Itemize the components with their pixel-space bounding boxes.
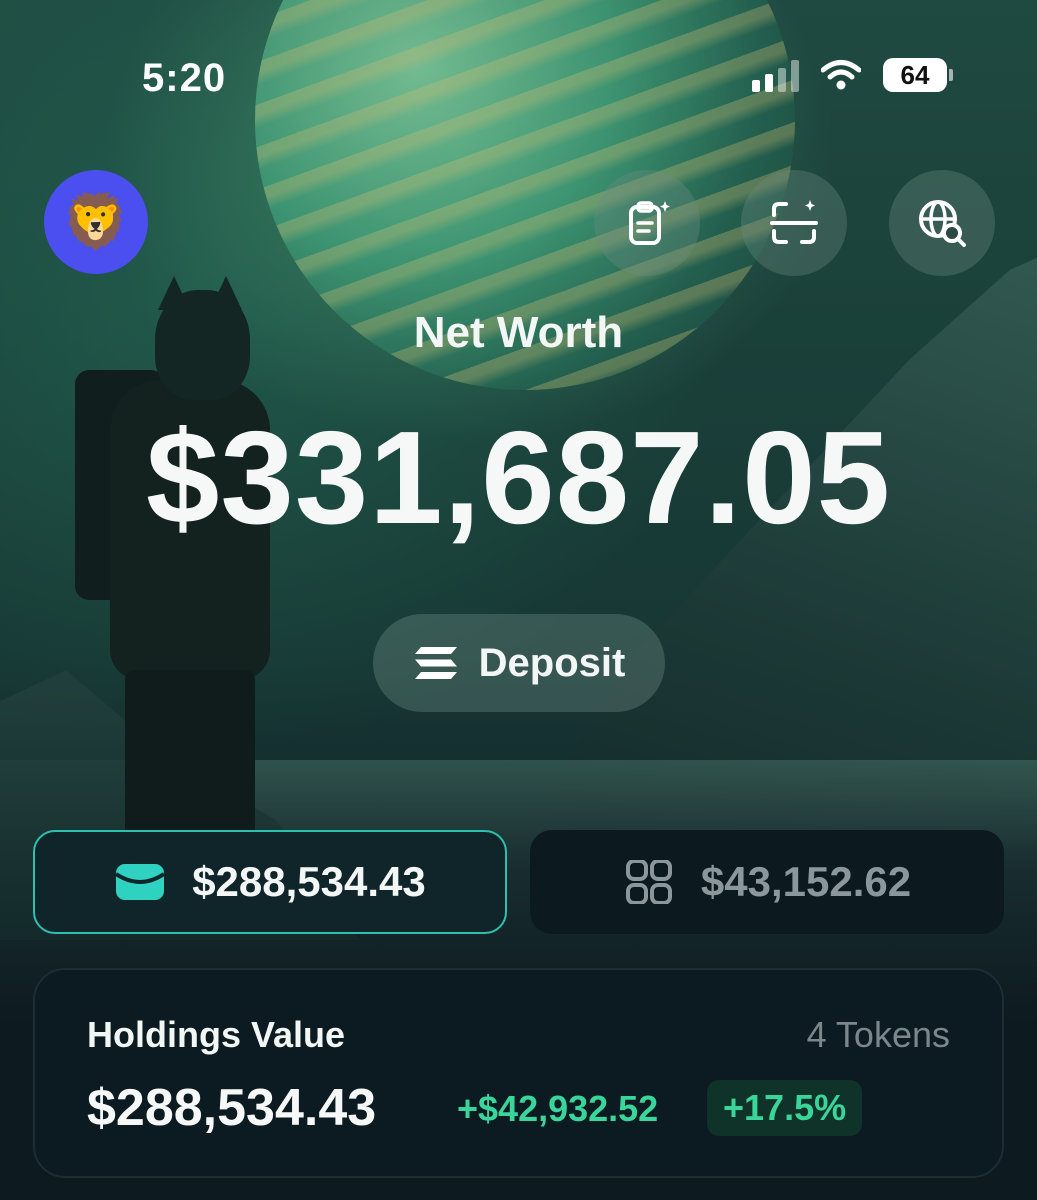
legs-shape [125, 670, 255, 850]
battery-level: 64 [883, 58, 947, 92]
apps-balance-tab[interactable]: $43,152.62 [530, 830, 1004, 934]
ear-shape [158, 276, 190, 310]
avatar-emoji: 🦁 [62, 191, 130, 252]
solana-icon [414, 647, 457, 679]
wallet-home-screen: 5:20 64 🦁 Net Worth $331,687.05 Deposit … [0, 0, 1037, 1200]
clipboard-sparkle-icon [629, 201, 670, 245]
clipboard-button[interactable] [594, 170, 700, 276]
holdings-card[interactable]: Holdings Value 4 Tokens $288,534.43 +$42… [33, 968, 1004, 1178]
browser-button[interactable] [889, 170, 995, 276]
holdings-change-pct-badge: +17.5% [707, 1080, 863, 1136]
scan-sparkle-icon [770, 200, 818, 244]
cellular-signal-icon [752, 58, 799, 92]
status-icons: 64 [752, 58, 953, 92]
scan-button[interactable] [741, 170, 847, 276]
deposit-button[interactable]: Deposit [373, 614, 665, 712]
token-count: 4 Tokens [806, 1014, 950, 1055]
globe-search-icon [919, 200, 966, 247]
deposit-label: Deposit [478, 640, 626, 685]
holdings-change-pct: +17.5% [723, 1087, 847, 1128]
apps-balance-value: $43,152.62 [700, 858, 912, 905]
holdings-value: $288,534.43 [87, 1079, 377, 1137]
wallet-balance-tab[interactable]: $288,534.43 [33, 830, 507, 934]
astronaut-cat-illustration [70, 276, 280, 850]
holdings-title: Holdings Value [87, 1014, 346, 1055]
avatar[interactable]: 🦁 [44, 170, 148, 274]
holdings-change: +$42,932.52 [457, 1088, 659, 1129]
wifi-icon [821, 60, 861, 90]
wallet-balance-value: $288,534.43 [192, 858, 426, 905]
battery-icon: 64 [883, 58, 953, 92]
net-worth-value: $331,687.05 [145, 404, 892, 551]
ear-shape [210, 276, 242, 310]
status-time: 5:20 [142, 56, 227, 100]
net-worth-label: Net Worth [413, 308, 624, 357]
wallet-icon [115, 864, 166, 900]
grid-icon [625, 860, 672, 904]
